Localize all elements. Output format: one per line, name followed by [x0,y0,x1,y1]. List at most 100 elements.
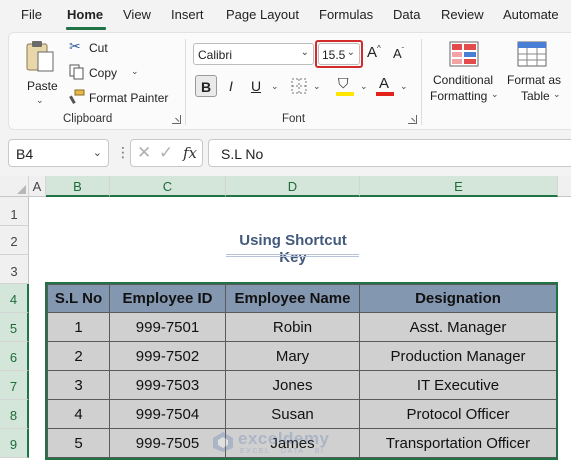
tab-automate[interactable]: Automate [503,7,559,22]
column-header-c[interactable]: C [110,176,226,197]
table-cell[interactable]: Production Manager [360,342,557,371]
chevron-down-icon: ⌄ [300,47,309,58]
chevron-down-icon[interactable]: ⌄ [313,81,321,92]
chevron-down-icon: ⌄ [36,95,44,105]
copy-button[interactable]: Copy ⌄ [69,64,149,82]
font-name-select[interactable]: Calibri ⌄ [193,43,314,65]
underline-button[interactable]: U [245,75,267,97]
table-cell[interactable]: IT Executive [360,371,557,400]
row-header-1[interactable]: 1 [0,197,29,226]
cut-label: Cut [89,41,108,55]
cut-button[interactable]: ✂ Cut [69,38,139,57]
italic-button[interactable]: I [220,75,242,97]
name-box-value: B4 [16,146,34,162]
tab-page-layout[interactable]: Page Layout [226,7,299,22]
formula-value: S.L No [221,146,264,162]
font-color-swatch [376,92,394,96]
table-cell[interactable]: 4 [47,400,110,429]
column-header-b[interactable]: B [46,176,110,197]
select-all-button[interactable] [0,176,29,197]
table-cell[interactable]: Transportation Officer [360,429,557,458]
cancel-icon[interactable]: ✕ [137,143,151,163]
paste-button[interactable]: Paste ⌄ [21,39,59,105]
scissors-icon: ✂ [69,38,81,54]
table-cell[interactable]: Asst. Manager [360,313,557,342]
decrease-font-size-icon[interactable]: Aˇ [393,46,404,61]
table-cell[interactable]: 999-7504 [110,400,226,429]
chevron-down-icon: ⌄ [491,89,499,99]
table-header-cell[interactable]: Employee Name [226,284,360,313]
chevron-down-icon[interactable]: ⌄ [360,81,368,92]
row-header-2[interactable]: 2 [0,226,29,255]
tab-review[interactable]: Review [441,7,484,22]
paint-bucket-icon: ⛉ [338,75,349,91]
table-cell[interactable]: Susan [226,400,360,429]
fill-color-button[interactable]: ⛉ [335,75,357,99]
formula-input[interactable]: S.L No [208,139,571,167]
table-header-cell[interactable]: Employee ID [110,284,226,313]
sheet-title[interactable]: Using Shortcut Key [226,232,360,266]
table-cell[interactable]: 2 [47,342,110,371]
table-cell[interactable]: Jones [226,371,360,400]
table-cell[interactable]: Robin [226,313,360,342]
format-painter-label: Format Painter [89,91,169,105]
font-group-label: Font [282,113,306,125]
tab-insert[interactable]: Insert [171,7,204,22]
column-header-d[interactable]: D [226,176,360,197]
more-options-icon[interactable]: ⋮ [116,144,130,161]
table-cell[interactable]: 999-7502 [110,342,226,371]
table-cell[interactable]: Mary [226,342,360,371]
chevron-down-icon: ⌄ [553,89,561,99]
name-box[interactable]: B4 ⌄ [8,139,109,167]
title-underline [226,254,359,257]
table-cell[interactable]: 999-7501 [110,313,226,342]
table-cell[interactable]: 999-7503 [110,371,226,400]
table-header-cell[interactable]: Designation [360,284,557,313]
table-cell[interactable]: 999-7505 [110,429,226,458]
tab-data[interactable]: Data [393,7,420,22]
row-header-6[interactable]: 6 [0,342,29,371]
row-header-3[interactable]: 3 [0,255,29,284]
column-header-a[interactable]: A [29,176,46,197]
increase-font-size-icon[interactable]: A^ [367,44,381,61]
bold-button[interactable]: B [195,75,217,97]
column-header-e[interactable]: E [360,176,558,197]
chevron-down-icon[interactable]: ⌄ [271,81,279,92]
format-as-table-button[interactable]: Format as Table ⌄ [503,39,563,107]
format-as-table-label-1: Format as [507,73,562,87]
font-size-highlight [315,40,363,68]
insert-function-icon[interactable]: fx [183,144,197,162]
table-cell[interactable]: 3 [47,371,110,400]
clipboard-launcher-icon[interactable] [172,115,181,124]
table-header-cell[interactable]: S.L No [47,284,110,313]
tab-view[interactable]: View [123,7,151,22]
tab-home[interactable]: Home [67,7,103,22]
table-cell[interactable]: 5 [47,429,110,458]
font-color-button[interactable]: A [375,75,397,99]
enter-icon[interactable]: ✓ [159,143,173,163]
conditional-formatting-label-1: Conditional [433,73,494,87]
conditional-formatting-button[interactable]: Conditional Formatting ⌄ [427,39,499,107]
conditional-formatting-label-2: Formatting [430,89,488,103]
font-launcher-icon[interactable] [408,115,417,124]
chevron-down-icon[interactable]: ⌄ [400,81,408,92]
watermark-tagline: EXCEL · DATA · BI [240,448,325,455]
exceldemy-logo-icon [213,432,233,452]
format-as-table-icon [517,41,547,67]
row-header-9[interactable]: 9 [0,429,29,458]
font-name-value: Calibri [198,48,233,62]
row-header-5[interactable]: 5 [0,313,29,342]
table-cell[interactable]: 1 [47,313,110,342]
tab-file[interactable]: File [21,7,42,22]
tab-formulas[interactable]: Formulas [319,7,373,22]
borders-icon[interactable] [291,78,307,94]
row-header-8[interactable]: 8 [0,400,29,429]
column-header-next[interactable] [558,176,571,197]
format-painter-button[interactable]: Format Painter [69,89,174,107]
row-header-4[interactable]: 4 [0,284,29,313]
table-cell[interactable]: Protocol Officer [360,400,557,429]
row-header-7[interactable]: 7 [0,371,29,400]
group-divider [421,39,422,125]
copy-label: Copy [89,66,118,80]
chevron-down-icon: ⌄ [92,147,102,159]
